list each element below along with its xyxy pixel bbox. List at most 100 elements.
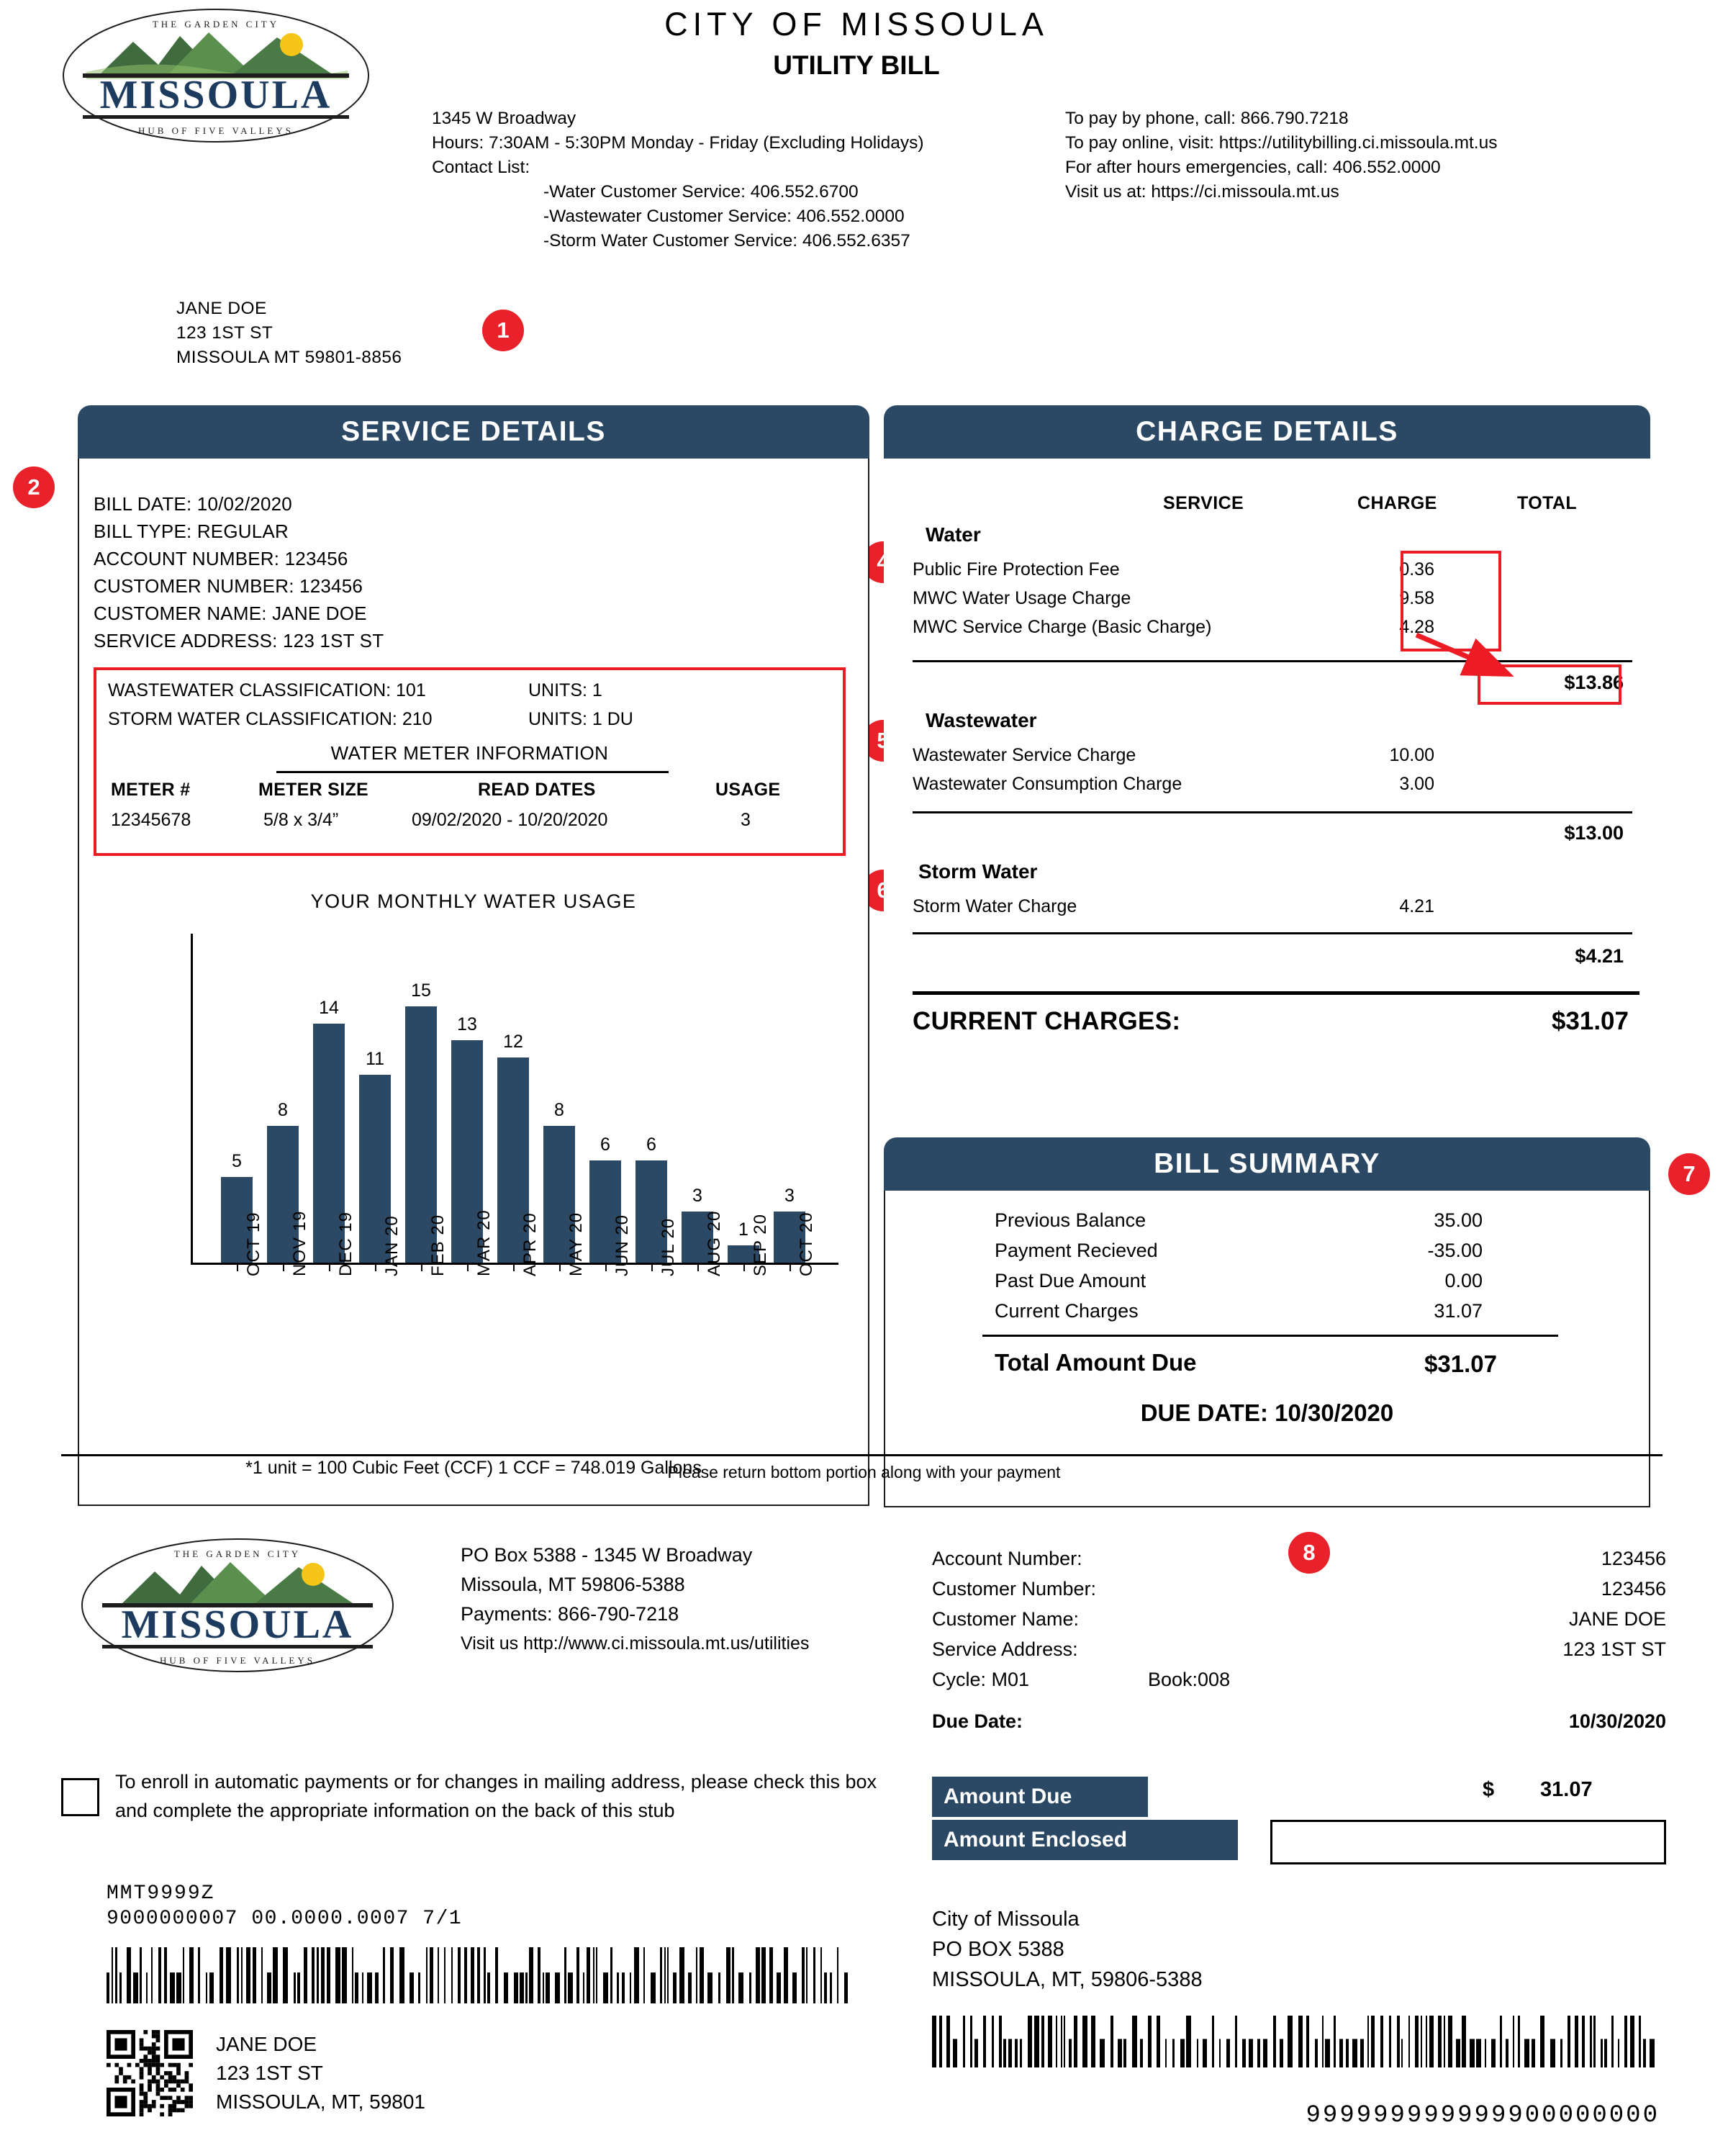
service-field-list: BILL DATE: 10/02/2020 BILL TYPE: REGULAR… <box>94 490 384 654</box>
ocr-account-line: 999999999999900000000 <box>1306 2102 1660 2129</box>
label-past-due-amount: Past Due Amount <box>995 1270 1146 1291</box>
bill-summary-body: Previous Balance 35.00 Payment Recieved … <box>884 1191 1650 1507</box>
stub-remit-to: City of Missoula PO BOX 5388 MISSOULA, M… <box>932 1904 1203 1995</box>
svg-text:HUB OF FIVE VALLEYS: HUB OF FIVE VALLEYS <box>160 1655 315 1666</box>
chart-x-tick <box>559 1264 561 1271</box>
total-amount-due-value: $31.07 <box>1424 1350 1497 1377</box>
current-charges-amount: $31.07 <box>1551 1007 1629 1035</box>
chart-x-axis <box>191 1263 838 1265</box>
autopay-enroll-checkbox[interactable] <box>61 1778 99 1816</box>
city-logo: MISSOULA THE GARDEN CITY HUB OF FIVE VAL… <box>61 7 371 144</box>
svg-text:HUB OF FIVE VALLEYS: HUB OF FIVE VALLEYS <box>138 125 294 136</box>
chart-x-tick <box>697 1264 699 1271</box>
stub-customer-name: JANE DOE <box>216 2033 317 2055</box>
stub-separator-note: Please return bottom portion along with … <box>667 1463 1061 1481</box>
stub-remit-address: PO Box 5388 - 1345 W Broadway Missoula, … <box>461 1541 809 1659</box>
chart-x-label: SEP 20 <box>751 1214 770 1276</box>
value-previous-balance: 35.00 <box>1434 1209 1483 1231</box>
stub-label-service-address: Service Address: <box>932 1638 1078 1660</box>
chart-x-tick <box>283 1264 284 1271</box>
label-previous-balance: Previous Balance <box>995 1209 1146 1231</box>
item-wastewater-service-charge: Wastewater Service Charge <box>913 745 1136 765</box>
chart-x-label: APR 20 <box>520 1212 540 1276</box>
customer-name: JANE DOE <box>176 299 267 318</box>
stub-po-box: PO Box 5388 - 1345 W Broadway <box>461 1544 753 1566</box>
group-wastewater: Wastewater <box>926 709 1037 731</box>
chart-x-tick <box>329 1264 330 1271</box>
amount-due-bar: Amount Due <box>932 1777 1148 1817</box>
customer-citystate: MISSOULA MT 59801-8856 <box>176 348 402 367</box>
total-wastewater: $13.00 <box>1564 822 1624 844</box>
due-date-line: DUE DATE: 10/30/2020 <box>1140 1399 1394 1426</box>
visit-site[interactable]: Visit us at: https://ci.missoula.mt.us <box>1065 180 1498 204</box>
service-details-panel: SERVICE DETAILS BILL DATE: 10/02/2020 BI… <box>78 405 869 1506</box>
service-address-field: SERVICE ADDRESS: 123 1ST ST <box>94 630 384 651</box>
chart-bar-value: 8 <box>278 1100 288 1120</box>
meter-header-number: METER # <box>111 780 191 800</box>
item-mwc-service-charge: MWC Service Charge (Basic Charge) <box>913 617 1212 637</box>
red-arrow-icon <box>1415 632 1514 677</box>
chart-x-label: OCT 20 <box>797 1212 816 1276</box>
chart-bar-value: 3 <box>692 1185 702 1206</box>
charge-details-body: SERVICE CHARGE TOTAL Water Public Fire P… <box>884 459 1650 1168</box>
chart-bar-value: 8 <box>554 1100 564 1120</box>
item-mwc-water-usage-charge: MWC Water Usage Charge <box>913 588 1131 608</box>
classification-meter-box: WASTEWATER CLASSIFICATION: 101 UNITS: 1 … <box>94 667 846 856</box>
stub-customer-citystate: MISSOULA, MT, 59801 <box>216 2090 426 2113</box>
chart-x-tick <box>467 1264 469 1271</box>
current-charges-label: CURRENT CHARGES: <box>913 1007 1181 1035</box>
value-past-due-amount: 0.00 <box>1444 1270 1483 1291</box>
value-current-charges: 31.07 <box>1434 1300 1483 1322</box>
chart-bar-value: 6 <box>600 1134 610 1155</box>
stub-due-date-label: Due Date: <box>932 1710 1023 1732</box>
office-address: 1345 W Broadway <box>432 109 576 128</box>
chart-x-label: JAN 20 <box>382 1215 402 1276</box>
pay-online[interactable]: To pay online, visit: https://utilitybil… <box>1065 131 1498 155</box>
total-amount-due-label: Total Amount Due <box>995 1349 1197 1376</box>
stub-visit-url[interactable]: Visit us http://www.ci.missoula.mt.us/ut… <box>461 1629 809 1659</box>
customer-street: 123 1ST ST <box>176 323 273 343</box>
stub-city-logo: MISSOULA THE GARDEN CITY HUB OF FIVE VAL… <box>79 1537 396 1674</box>
chart-bar-value: 11 <box>366 1048 384 1069</box>
meter-value-size: 5/8 x 3/4” <box>263 810 339 830</box>
stub-code-line-1: MMT9999Z <box>107 1882 215 1905</box>
col-header-charge: CHARGE <box>1357 493 1437 513</box>
meter-header-usage: USAGE <box>715 780 781 800</box>
stub-value-customer-number: 123456 <box>1601 1578 1666 1600</box>
chart-title: YOUR MONTHLY WATER USAGE <box>310 890 637 912</box>
bill-date: BILL DATE: 10/02/2020 <box>94 493 292 515</box>
customer-name-field: CUSTOMER NAME: JANE DOE <box>94 603 367 624</box>
pay-by-phone: To pay by phone, call: 866.790.7218 <box>1065 109 1349 128</box>
qr-code <box>107 2030 193 2116</box>
utility-bill-page: MISSOULA THE GARDEN CITY HUB OF FIVE VAL… <box>0 0 1728 2156</box>
chart-x-label: MAY 20 <box>566 1212 586 1276</box>
chart-x-label: MAR 20 <box>474 1209 494 1276</box>
after-hours: For after hours emergencies, call: 406.5… <box>1065 158 1441 177</box>
bill-summary-panel: BILL SUMMARY Previous Balance 35.00 Paym… <box>884 1137 1650 1507</box>
amount-enclosed-bar: Amount Enclosed <box>932 1820 1238 1860</box>
stub-payments-phone: Payments: 866-790-7218 <box>461 1603 679 1625</box>
col-header-service: SERVICE <box>1163 493 1244 513</box>
remit-city: City of Missoula <box>932 1908 1080 1931</box>
stub-customer-street: 123 1ST ST <box>216 2062 323 2084</box>
remit-citystate: MISSOULA, MT, 59806-5388 <box>932 1968 1203 1991</box>
stormwater-classification: STORM WATER CLASSIFICATION: 210 <box>108 709 433 729</box>
stormwater-total-rule <box>913 932 1632 934</box>
stub-separator-line <box>61 1454 1663 1456</box>
chart-x-label: DEC 19 <box>336 1211 356 1276</box>
chart-x-tick <box>743 1264 745 1271</box>
label-current-charges: Current Charges <box>995 1300 1139 1322</box>
chart-x-label: NOV 19 <box>290 1210 309 1276</box>
group-water: Water <box>926 523 981 546</box>
chart-y-axis <box>191 934 193 1265</box>
amount-enclosed-input[interactable] <box>1270 1820 1666 1864</box>
chart-x-tick <box>513 1264 515 1271</box>
chart-x-tick <box>651 1264 653 1271</box>
meter-value-dates: 09/02/2020 - 10/20/2020 <box>412 810 608 830</box>
wastewater-units: UNITS: 1 <box>528 680 602 700</box>
stub-value-service-address: 123 1ST ST <box>1562 1638 1666 1660</box>
wastewater-classification: WASTEWATER CLASSIFICATION: 101 <box>108 680 426 700</box>
chart-x-tick <box>237 1264 238 1271</box>
svg-text:MISSOULA: MISSOULA <box>100 73 333 117</box>
chart-x-label: FEB 20 <box>428 1214 448 1276</box>
